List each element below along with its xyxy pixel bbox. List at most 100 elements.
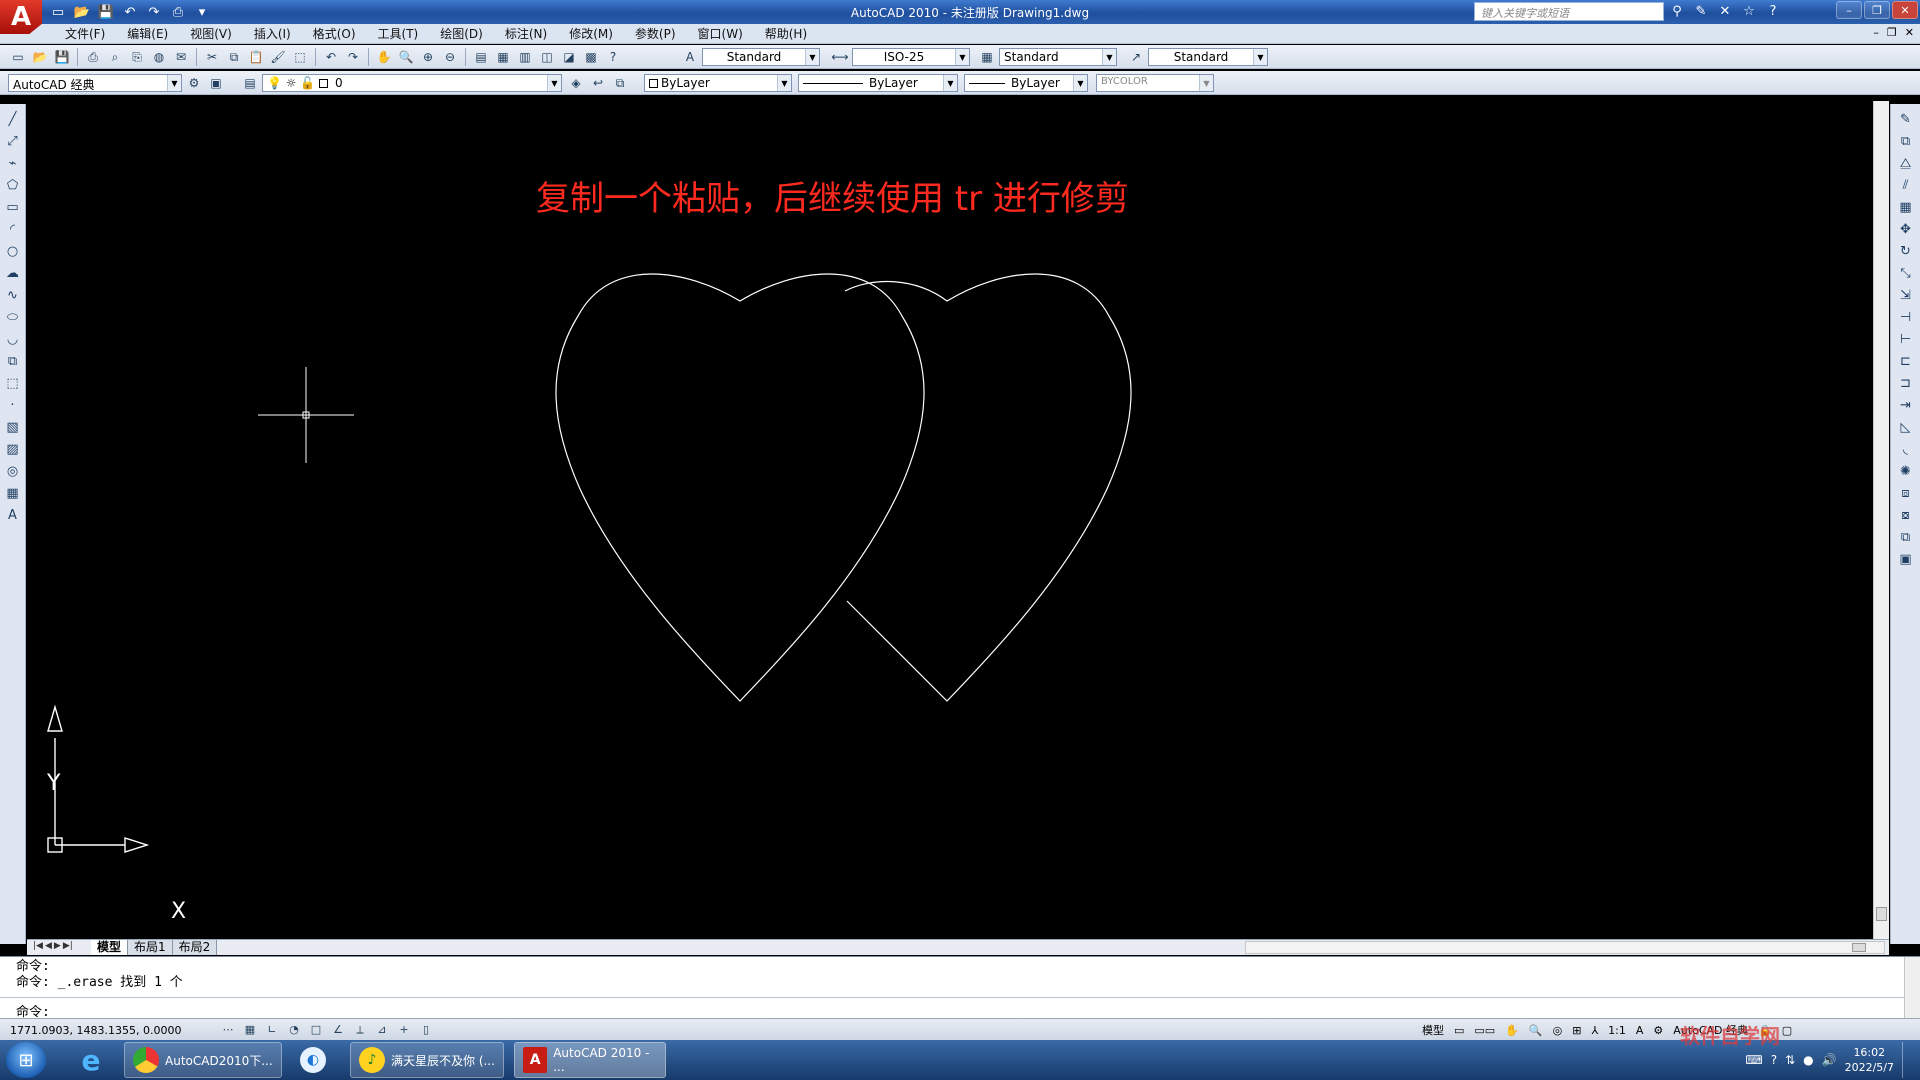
taskbar-browser[interactable]: ◐ xyxy=(292,1042,334,1078)
network-icon[interactable]: ⇅ xyxy=(1785,1053,1795,1067)
communication-icon[interactable]: ✕ xyxy=(1716,2,1734,20)
stretch-icon[interactable]: ⇲ xyxy=(1896,286,1916,304)
markup-icon[interactable]: ◪ xyxy=(559,48,579,66)
ducs-icon[interactable]: ⟂ xyxy=(350,1021,370,1038)
scrollbar-thumb[interactable] xyxy=(1852,943,1866,952)
annotation-visibility-icon[interactable]: A xyxy=(1634,1024,1646,1037)
spline-icon[interactable]: ∿ xyxy=(3,286,23,304)
showmotion-icon[interactable]: ⊞ xyxy=(1570,1024,1583,1037)
taskbar-autocad[interactable]: A AutoCAD 2010 - ... xyxy=(514,1042,666,1078)
publish-icon[interactable]: ⎘ xyxy=(127,48,147,66)
last-tab-icon[interactable]: ▶| xyxy=(63,941,73,951)
arc-icon[interactable]: ◜ xyxy=(3,220,23,238)
favorites-star-icon[interactable]: ☆ xyxy=(1740,2,1758,20)
menu-dimension[interactable]: 标注(N) xyxy=(494,26,558,42)
menu-tools[interactable]: 工具(T) xyxy=(367,26,430,42)
etransmit-icon[interactable]: ✉ xyxy=(171,48,191,66)
bring-above-icon[interactable]: ⧉ xyxy=(1896,528,1916,546)
coordinate-readout[interactable]: 1771.0903, 1483.1355, 0.0000 xyxy=(10,1024,181,1037)
workspace-select[interactable]: AutoCAD 经典 ▼ xyxy=(8,74,182,92)
first-tab-icon[interactable]: |◀ xyxy=(33,941,43,951)
help-icon[interactable]: ? xyxy=(1771,1053,1777,1067)
help-icon[interactable]: ? xyxy=(603,48,623,66)
rectangle-icon[interactable]: ▭ xyxy=(3,198,23,216)
move-icon[interactable]: ✥ xyxy=(1896,220,1916,238)
taskbar-ie[interactable]: e xyxy=(70,1042,112,1078)
show-desktop-button[interactable] xyxy=(1902,1042,1912,1078)
trim-icon[interactable]: ⊣ xyxy=(1896,308,1916,326)
otrack-icon[interactable]: ∠ xyxy=(328,1021,348,1038)
redo-icon[interactable]: ↷ xyxy=(343,48,363,66)
quickcalc-icon[interactable]: ▩ xyxy=(581,48,601,66)
maximize-icon[interactable]: ❐ xyxy=(1864,1,1890,19)
mirror-icon[interactable]: ⧋ xyxy=(1896,154,1916,172)
menu-edit[interactable]: 编辑(E) xyxy=(116,26,179,42)
3d-dwf-icon[interactable]: ◍ xyxy=(149,48,169,66)
break-icon[interactable]: ⊐ xyxy=(1896,374,1916,392)
sheet-set-icon[interactable]: ◫ xyxy=(537,48,557,66)
text-style-select[interactable]: Standard ▼ xyxy=(702,48,820,66)
menu-modify[interactable]: 修改(M) xyxy=(558,26,624,42)
menu-format[interactable]: 格式(O) xyxy=(302,26,367,42)
table-style-select[interactable]: Standard ▼ xyxy=(999,48,1117,66)
properties-icon[interactable]: ▤ xyxy=(471,48,491,66)
insert-block-icon[interactable]: ⧉ xyxy=(3,352,23,370)
dim-style-select[interactable]: ISO-25 ▼ xyxy=(852,48,970,66)
region-icon[interactable]: ◎ xyxy=(3,462,23,480)
help-icon[interactable]: ? xyxy=(1764,2,1782,20)
revision-cloud-icon[interactable]: ☁ xyxy=(3,264,23,282)
menu-view[interactable]: 视图(V) xyxy=(179,26,243,42)
multileader-style-select[interactable]: Standard ▼ xyxy=(1148,48,1268,66)
linetype-select[interactable]: ByLayer ▼ xyxy=(798,74,958,92)
cut-icon[interactable]: ✂ xyxy=(202,48,222,66)
scale-icon[interactable]: ⤡ xyxy=(1896,264,1916,282)
multiline-text-icon[interactable]: A xyxy=(3,506,23,524)
binoculars-icon[interactable]: ⚲ xyxy=(1668,2,1686,20)
array-icon[interactable]: ▦ xyxy=(1896,198,1916,216)
volume-icon[interactable]: 🔊 xyxy=(1822,1053,1837,1067)
taskbar-chrome[interactable]: AutoCAD2010下... xyxy=(124,1042,282,1078)
steeringwheel-icon[interactable]: ◎ xyxy=(1551,1024,1565,1037)
drawing-area[interactable]: 复制一个粘贴，后继续使用 tr 进行修剪 Y X xyxy=(27,101,1872,939)
menu-help[interactable]: 帮助(H) xyxy=(754,26,818,42)
zoom-window-icon[interactable]: ⊕ xyxy=(418,48,438,66)
layer-states-icon[interactable]: ⧉ xyxy=(610,74,630,92)
close-icon[interactable]: ✕ xyxy=(1892,1,1918,19)
fillet-icon[interactable]: ◟ xyxy=(1896,440,1916,458)
keyboard-icon[interactable]: ⌨ xyxy=(1745,1053,1762,1067)
construction-line-icon[interactable]: ⤢ xyxy=(3,132,23,150)
tab-model[interactable]: 模型 xyxy=(91,940,129,955)
pan-icon[interactable]: ✋ xyxy=(374,48,394,66)
taskbar-music[interactable]: ♪ 满天星辰不及你 (... xyxy=(350,1042,504,1078)
zoom-realtime-icon[interactable]: 🔍 xyxy=(396,48,416,66)
polygon-icon[interactable]: ⬠ xyxy=(3,176,23,194)
clock[interactable]: 16:02 2022/5/7 xyxy=(1845,1045,1894,1075)
copy-icon[interactable]: ⧉ xyxy=(224,48,244,66)
tool-palettes-icon[interactable]: ▥ xyxy=(515,48,535,66)
design-center-icon[interactable]: ▦ xyxy=(493,48,513,66)
rotate-icon[interactable]: ↻ xyxy=(1896,242,1916,260)
menu-parametric[interactable]: 参数(P) xyxy=(624,26,687,42)
tab-layout1[interactable]: 布局1 xyxy=(128,940,173,955)
save-icon[interactable]: 💾 xyxy=(52,48,72,66)
osnap-icon[interactable]: □ xyxy=(306,1021,326,1038)
offset-icon[interactable]: ⫽ xyxy=(1896,176,1916,194)
menu-window[interactable]: 窗口(W) xyxy=(687,26,754,42)
send-under-icon[interactable]: ▣ xyxy=(1896,550,1916,568)
make-current-layer-icon[interactable]: ◈ xyxy=(566,74,586,92)
next-tab-icon[interactable]: ▶ xyxy=(54,941,61,951)
snap-icon[interactable]: ⋯ xyxy=(218,1021,238,1038)
menu-draw[interactable]: 绘图(D) xyxy=(429,26,494,42)
point-icon[interactable]: · xyxy=(3,396,23,414)
layer-properties-icon[interactable]: ▤ xyxy=(240,74,260,92)
draworder-front-icon[interactable]: ⧈ xyxy=(1896,484,1916,502)
plot-preview-icon[interactable]: ⌕ xyxy=(105,48,125,66)
tray-app-icon[interactable]: ● xyxy=(1803,1053,1813,1067)
grid-icon[interactable]: ▦ xyxy=(240,1021,260,1038)
gradient-icon[interactable]: ▨ xyxy=(3,440,23,458)
pan-icon[interactable]: ✋ xyxy=(1503,1024,1521,1037)
workspace-settings-icon[interactable]: ⚙ xyxy=(184,74,204,92)
workspace-toolbar-icon[interactable]: ▣ xyxy=(206,74,226,92)
explode-icon[interactable]: ✺ xyxy=(1896,462,1916,480)
copy-object-icon[interactable]: ⧉ xyxy=(1896,132,1916,150)
